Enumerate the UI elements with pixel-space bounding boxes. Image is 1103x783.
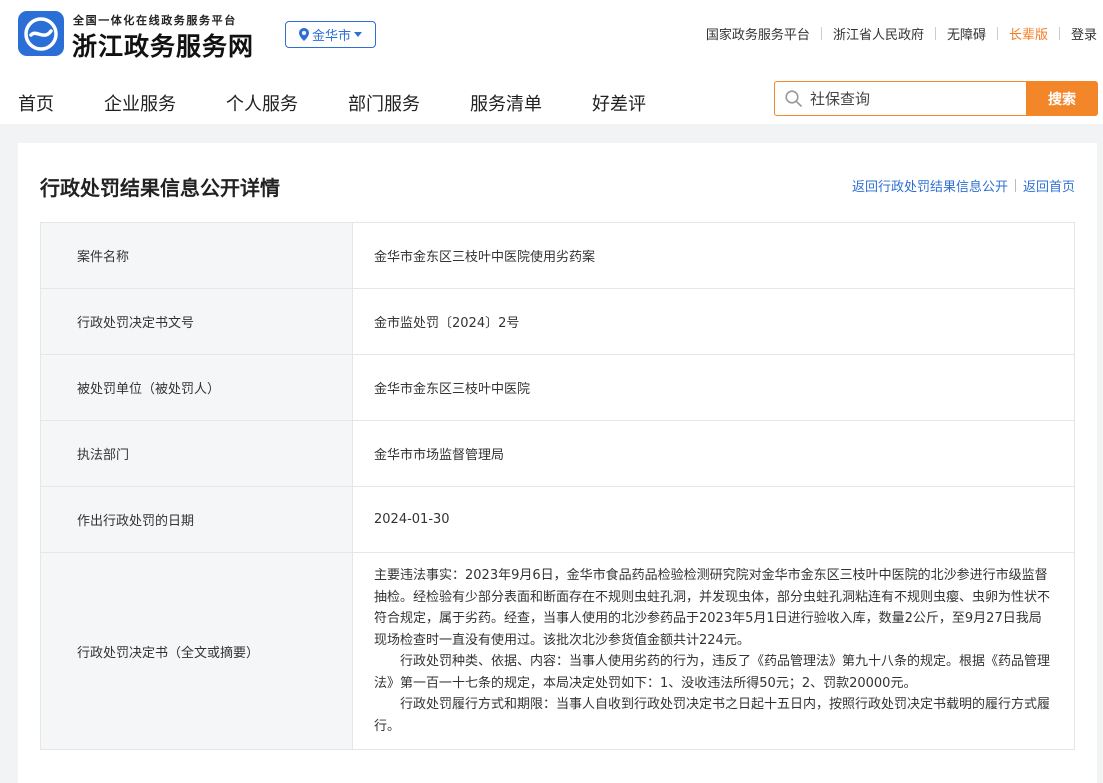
- search-box: [774, 81, 1026, 116]
- nav-service-list[interactable]: 服务清单: [470, 90, 542, 116]
- field-value: 金华市金东区三枝叶中医院使用劣药案: [352, 222, 1075, 289]
- city-label: 金华市: [311, 29, 351, 44]
- field-value: 金市监处罚〔2024〕2号: [352, 288, 1075, 355]
- field-label: 执法部门: [40, 420, 353, 487]
- nav-personal-services[interactable]: 个人服务: [226, 90, 298, 116]
- divider: [1058, 27, 1060, 40]
- nav-home[interactable]: 首页: [18, 90, 54, 116]
- table-row: 案件名称 金华市金东区三枝叶中医院使用劣药案: [40, 222, 1075, 289]
- search-button[interactable]: 搜索: [1026, 81, 1098, 116]
- city-selector[interactable]: 金华市: [285, 21, 376, 48]
- back-to-list-link[interactable]: 返回行政处罚结果信息公开: [852, 176, 1008, 195]
- field-value: 金华市金东区三枝叶中医院: [352, 354, 1075, 421]
- table-row: 执法部门 金华市市场监督管理局: [40, 420, 1075, 487]
- field-value: 2024-01-30: [352, 486, 1075, 553]
- link-national-platform[interactable]: 国家政务服务平台: [706, 24, 810, 43]
- caret-down-icon: [354, 31, 362, 37]
- link-accessibility[interactable]: 无障碍: [947, 24, 986, 43]
- nav-enterprise-services[interactable]: 企业服务: [104, 90, 176, 116]
- field-value: 金华市市场监督管理局: [352, 420, 1075, 487]
- site-header: 全国一体化在线政务服务平台 浙江政务服务网 金华市 国家政务服务平台 浙江省人民…: [0, 0, 1103, 124]
- divider: [934, 27, 936, 40]
- main-content: 行政处罚结果信息公开详情 返回行政处罚结果信息公开 返回首页 案件名称 金华市金…: [18, 143, 1097, 783]
- nav-department-services[interactable]: 部门服务: [348, 90, 420, 116]
- main-nav: 首页 企业服务 个人服务 部门服务 服务清单 好差评: [18, 90, 696, 116]
- decision-paragraph-facts: 主要违法事实：2023年9月6日，金华市食品药品检验检测研究院对金华市金东区三枝…: [374, 568, 1051, 648]
- field-label: 行政处罚决定书文号: [40, 288, 353, 355]
- field-label: 作出行政处罚的日期: [40, 486, 353, 553]
- search-icon: [785, 90, 802, 107]
- detail-table: 案件名称 金华市金东区三枝叶中医院使用劣药案 行政处罚决定书文号 金市监处罚〔2…: [40, 222, 1075, 750]
- link-elder-version[interactable]: 长辈版: [1009, 24, 1048, 43]
- return-links: 返回行政处罚结果信息公开 返回首页: [852, 176, 1075, 195]
- decision-paragraph-penalty: 行政处罚种类、依据、内容：当事人使用劣药的行为，违反了《药品管理法》第九十八条的…: [374, 654, 1051, 691]
- top-links: 国家政务服务平台 浙江省人民政府 无障碍 长辈版 登录: [706, 24, 1097, 43]
- link-provincial-government[interactable]: 浙江省人民政府: [833, 24, 924, 43]
- table-row: 行政处罚决定书文号 金市监处罚〔2024〕2号: [40, 288, 1075, 355]
- link-login[interactable]: 登录: [1071, 24, 1097, 43]
- back-to-home-link[interactable]: 返回首页: [1023, 176, 1075, 195]
- location-pin-icon: [298, 28, 309, 41]
- field-label: 案件名称: [40, 222, 353, 289]
- divider: [820, 27, 822, 40]
- table-row: 作出行政处罚的日期 2024-01-30: [40, 486, 1075, 553]
- page-title: 行政处罚结果信息公开详情: [40, 176, 280, 200]
- divider: [1014, 179, 1016, 192]
- field-label: 被处罚单位（被处罚人）: [40, 354, 353, 421]
- field-label: 行政处罚决定书（全文或摘要）: [40, 552, 353, 750]
- logo-title[interactable]: 浙江政务服务网: [72, 27, 254, 63]
- divider: [996, 27, 998, 40]
- nav-evaluation[interactable]: 好差评: [592, 90, 646, 116]
- table-row: 被处罚单位（被处罚人） 金华市金东区三枝叶中医院: [40, 354, 1075, 421]
- logo-subtitle: 全国一体化在线政务服务平台: [73, 14, 237, 27]
- decision-text: 主要违法事实：2023年9月6日，金华市食品药品检验检测研究院对金华市金东区三枝…: [352, 552, 1075, 750]
- decision-paragraph-execution: 行政处罚履行方式和期限：当事人自收到行政处罚决定书之日起十五日内，按照行政处罚决…: [374, 697, 1051, 734]
- zhejiang-logo-icon[interactable]: [18, 11, 64, 56]
- search-input[interactable]: [808, 88, 1012, 109]
- table-row-decision: 行政处罚决定书（全文或摘要） 主要违法事实：2023年9月6日，金华市食品药品检…: [40, 552, 1075, 750]
